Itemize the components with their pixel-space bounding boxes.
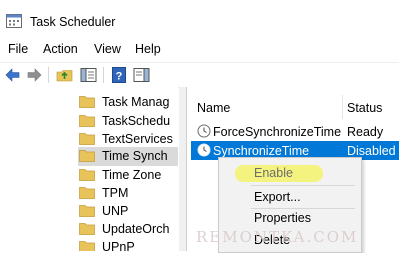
tree-item-label: UpdateOrch — [102, 222, 170, 236]
task-clock-icon — [197, 143, 211, 157]
folder-icon — [79, 223, 95, 235]
context-menu-item-label: Properties — [254, 211, 311, 225]
task-name: ForceSynchronizeTime — [213, 125, 342, 139]
tree-item-time-zone[interactable]: Time Zone — [79, 166, 178, 185]
tree-item-label: Time Zone — [102, 168, 162, 182]
folder-icon — [79, 205, 95, 217]
help-icon[interactable]: ? — [111, 67, 128, 83]
folder-icon — [79, 187, 95, 199]
folder-icon — [79, 241, 95, 251]
menu-action[interactable]: Action — [43, 40, 78, 58]
task-status: Ready — [347, 125, 384, 139]
context-menu-export[interactable]: Export... — [219, 186, 361, 208]
folder-icon — [79, 115, 95, 127]
forward-arrow-icon[interactable] — [26, 67, 43, 83]
tree-item-label: Time Synch — [102, 149, 168, 163]
back-arrow-icon[interactable] — [4, 67, 21, 83]
task-name: SynchronizeTime — [213, 144, 310, 158]
context-menu-item-label: Enable — [254, 166, 293, 180]
action-pane-icon[interactable] — [133, 67, 150, 83]
folder-icon — [79, 150, 95, 162]
svg-text:?: ? — [116, 71, 123, 83]
tree-item-label: UNP — [102, 204, 129, 218]
title-bar: Task Scheduler — [0, 0, 399, 32]
context-menu-item-label: Export... — [254, 190, 301, 204]
tree-item-task-scheduler[interactable]: TaskSchedu — [79, 112, 178, 131]
pane-splitter[interactable] — [179, 87, 186, 251]
column-header-name[interactable]: Name — [197, 101, 230, 115]
task-scheduler-app-icon — [6, 14, 22, 28]
toolbar: ? — [0, 62, 399, 88]
watermark: REMONTKA.COM — [196, 228, 359, 246]
task-clock-icon — [197, 124, 211, 138]
task-row-force-synchronize-time[interactable]: ForceSynchronizeTime Ready — [191, 122, 399, 141]
toolbar-separator — [48, 67, 49, 83]
folder-icon — [79, 133, 95, 145]
tree-item-unp[interactable]: UNP — [79, 202, 178, 221]
window-title: Task Scheduler — [30, 15, 116, 29]
show-hide-console-tree-icon[interactable] — [80, 67, 97, 83]
tree-item-upnp[interactable]: UPnP — [79, 238, 178, 251]
tree-item-label: TextServices — [102, 132, 173, 146]
tree-item-time-synchronization[interactable]: Time Synch — [78, 147, 178, 166]
menu-view[interactable]: View — [94, 40, 121, 58]
context-menu-enable[interactable]: Enable — [219, 162, 361, 184]
tree-item-update-orchestrator[interactable]: UpdateOrch — [79, 220, 178, 239]
task-status: Disabled — [347, 144, 396, 158]
tree-item-label: TaskSchedu — [102, 114, 171, 128]
tree-item-label: TPM — [102, 186, 129, 200]
toolbar-separator — [103, 67, 104, 83]
console-tree: Task Manag TaskSchedu TextServices Time … — [0, 87, 178, 251]
menu-file[interactable]: File — [8, 40, 28, 58]
column-header-status[interactable]: Status — [347, 101, 382, 115]
folder-icon — [79, 96, 95, 108]
menu-help[interactable]: Help — [135, 40, 161, 58]
tree-item-label: UPnP — [102, 240, 135, 251]
up-folder-icon[interactable] — [56, 67, 73, 83]
menu-bar: File Action View Help — [0, 40, 399, 60]
column-separator[interactable] — [342, 95, 343, 119]
tree-item-label: Task Manag — [102, 95, 170, 109]
folder-icon — [79, 169, 95, 181]
context-menu-properties[interactable]: Properties — [219, 207, 361, 229]
tree-item-task-manager[interactable]: Task Manag — [79, 93, 178, 112]
tree-item-tpm[interactable]: TPM — [79, 184, 178, 203]
